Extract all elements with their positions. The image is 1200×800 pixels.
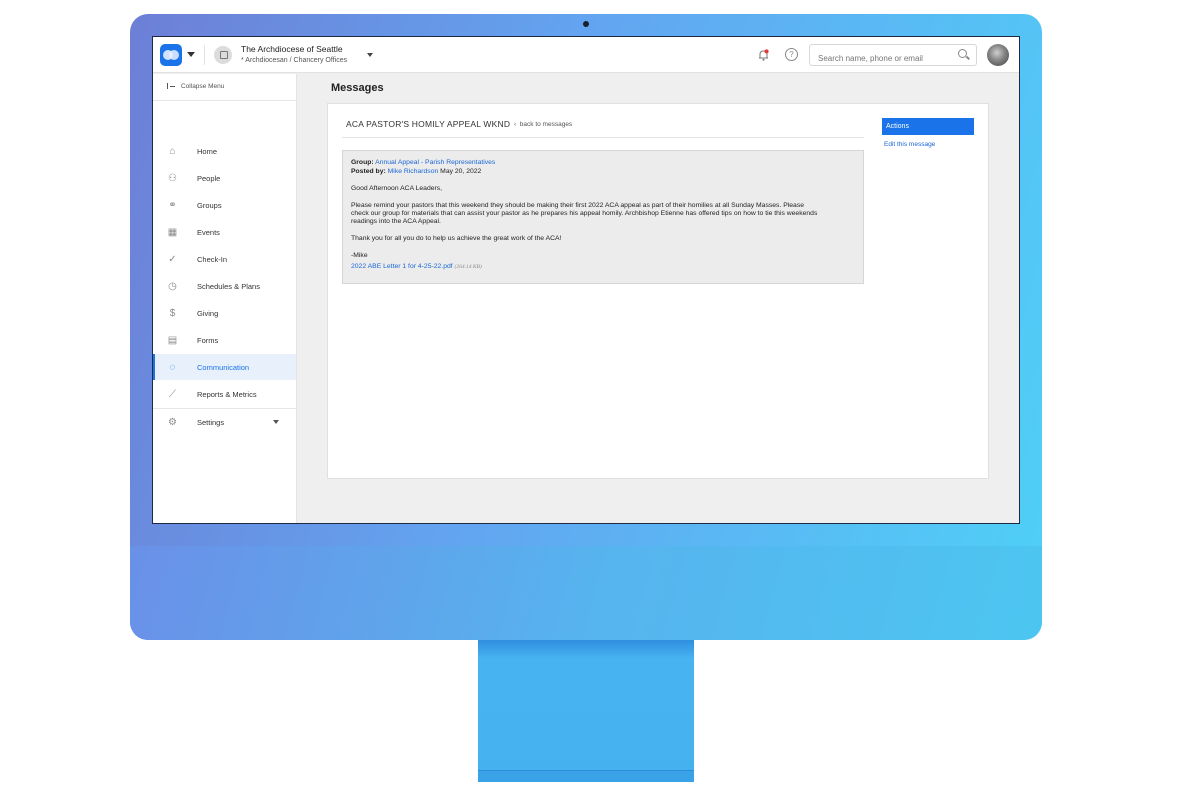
sidebar-item-label: Reports & Metrics [197,390,257,399]
notification-bell-icon[interactable] [758,49,769,61]
body-line-1: Please remind your pastors that this wee… [351,202,804,209]
org-hierarchy-icon [214,46,232,64]
search-input[interactable] [809,44,977,66]
thanks-text: Thank you for all you do to help us achi… [351,235,562,242]
sidebar-item-label: Check-In [197,255,228,264]
sidebar-item-check-in[interactable]: ✓ Check-In [153,246,296,272]
sidebar-item-label: Home [197,147,218,156]
people-icon: ⚇ [168,173,177,184]
top-bar: The Archdiocese of Seattle * Archdiocesa… [153,37,1019,73]
clock-icon: ◷ [168,281,177,292]
posted-by-label: Posted by: [351,168,386,175]
org-name[interactable]: The Archdiocese of Seattle [241,44,343,54]
sidebar-item-label: Schedules & Plans [197,282,260,291]
posted-date: May 20, 2022 [440,168,482,175]
home-icon: ⌂ [169,146,176,157]
org-switcher-caret-icon[interactable] [367,53,373,57]
org-subtitle: * Archdiocesan / Chancery Offices [241,57,348,64]
back-to-messages-label: back to messages [519,121,573,128]
groups-icon: ⚭ [168,200,177,211]
group-label: Group: [351,159,374,166]
sidebar-item-label: Forms [197,336,219,345]
app-logo-icon[interactable] [160,44,182,66]
sidebar-item-communication[interactable]: ◌ Communication [153,354,296,380]
camera-dot [583,21,589,27]
message-card: ACA PASTOR'S HOMILY APPEAL WKND ‹ back t… [327,103,989,479]
help-icon[interactable]: ? [785,48,798,61]
chat-icon: ◌ [169,362,176,373]
collapse-menu-button[interactable]: Collapse Menu [167,82,224,90]
page-title: Messages [331,82,384,94]
chevron-down-icon[interactable] [273,420,279,424]
sidebar-item-settings[interactable]: ⚙ Settings [153,409,296,435]
sidebar-item-label: Groups [197,201,222,210]
monitor-stand-foot [478,770,694,782]
clipboard-icon: ▤ [167,335,178,346]
actions-header: Actions [882,118,974,135]
message-title: ACA PASTOR'S HOMILY APPEAL WKND [346,119,511,129]
gear-icon: ⚙ [168,417,177,428]
back-to-messages-link[interactable]: ‹ back to messages [514,121,572,128]
group-link[interactable]: Annual Appeal - Parish Representatives [375,159,495,166]
calendar-icon: ▦ [167,227,178,238]
check-circle-icon: ✓ [168,254,177,265]
sidebar-item-people[interactable]: ⚇ People [153,165,296,191]
author-link[interactable]: Mike Richardson [388,168,439,175]
metrics-icon: ⟋ [169,389,176,400]
greeting-text: Good Afternoon ACA Leaders, [351,185,443,192]
collapse-icon [167,83,175,89]
sidebar-divider [153,100,296,101]
monitor-chin [130,546,1042,640]
edit-message-link[interactable]: Edit this message [884,141,935,148]
collapse-menu-label: Collapse Menu [181,83,225,90]
monitor-stand [478,640,694,774]
attachment-link[interactable]: 2022 ABE Letter 1 for 4-25-22.pdf [351,263,453,270]
app-switcher-caret-icon[interactable] [187,52,195,57]
sidebar-item-groups[interactable]: ⚭ Groups [153,192,296,218]
body-line-3: readings into the ACA Appeal. [351,218,441,225]
sidebar-item-label: People [197,174,221,183]
attachment-size: (264.14 KB) [454,264,482,270]
body-line-2: check our group for materials that can a… [351,210,818,217]
sidebar-item-events[interactable]: ▦ Events [153,219,296,245]
signoff-text: -Mike [351,252,368,259]
sidebar-item-home[interactable]: ⌂ Home [153,138,296,164]
sidebar-item-label: Events [197,228,220,237]
message-body: Group: Annual Appeal - Parish Representa… [342,150,864,284]
sidebar-item-forms[interactable]: ▤ Forms [153,327,296,353]
sidebar-item-giving[interactable]: $ Giving [153,300,296,326]
user-avatar[interactable] [987,44,1009,66]
title-divider [342,137,864,138]
header-divider [204,45,205,65]
chevron-left-icon: ‹ [514,121,517,128]
sidebar-item-label: Communication [197,363,250,372]
sidebar-item-label: Settings [197,418,225,427]
sidebar: Collapse Menu ⌂ Home ⚇ People ⚭ Groups ▦… [153,74,297,523]
app-screen: The Archdiocese of Seattle * Archdiocesa… [152,36,1020,524]
sidebar-item-reports[interactable]: ⟋ Reports & Metrics [153,381,296,407]
dollar-icon: $ [169,308,176,319]
search-icon[interactable] [958,49,967,58]
sidebar-item-schedules[interactable]: ◷ Schedules & Plans [153,273,296,299]
sidebar-item-label: Giving [197,309,219,318]
